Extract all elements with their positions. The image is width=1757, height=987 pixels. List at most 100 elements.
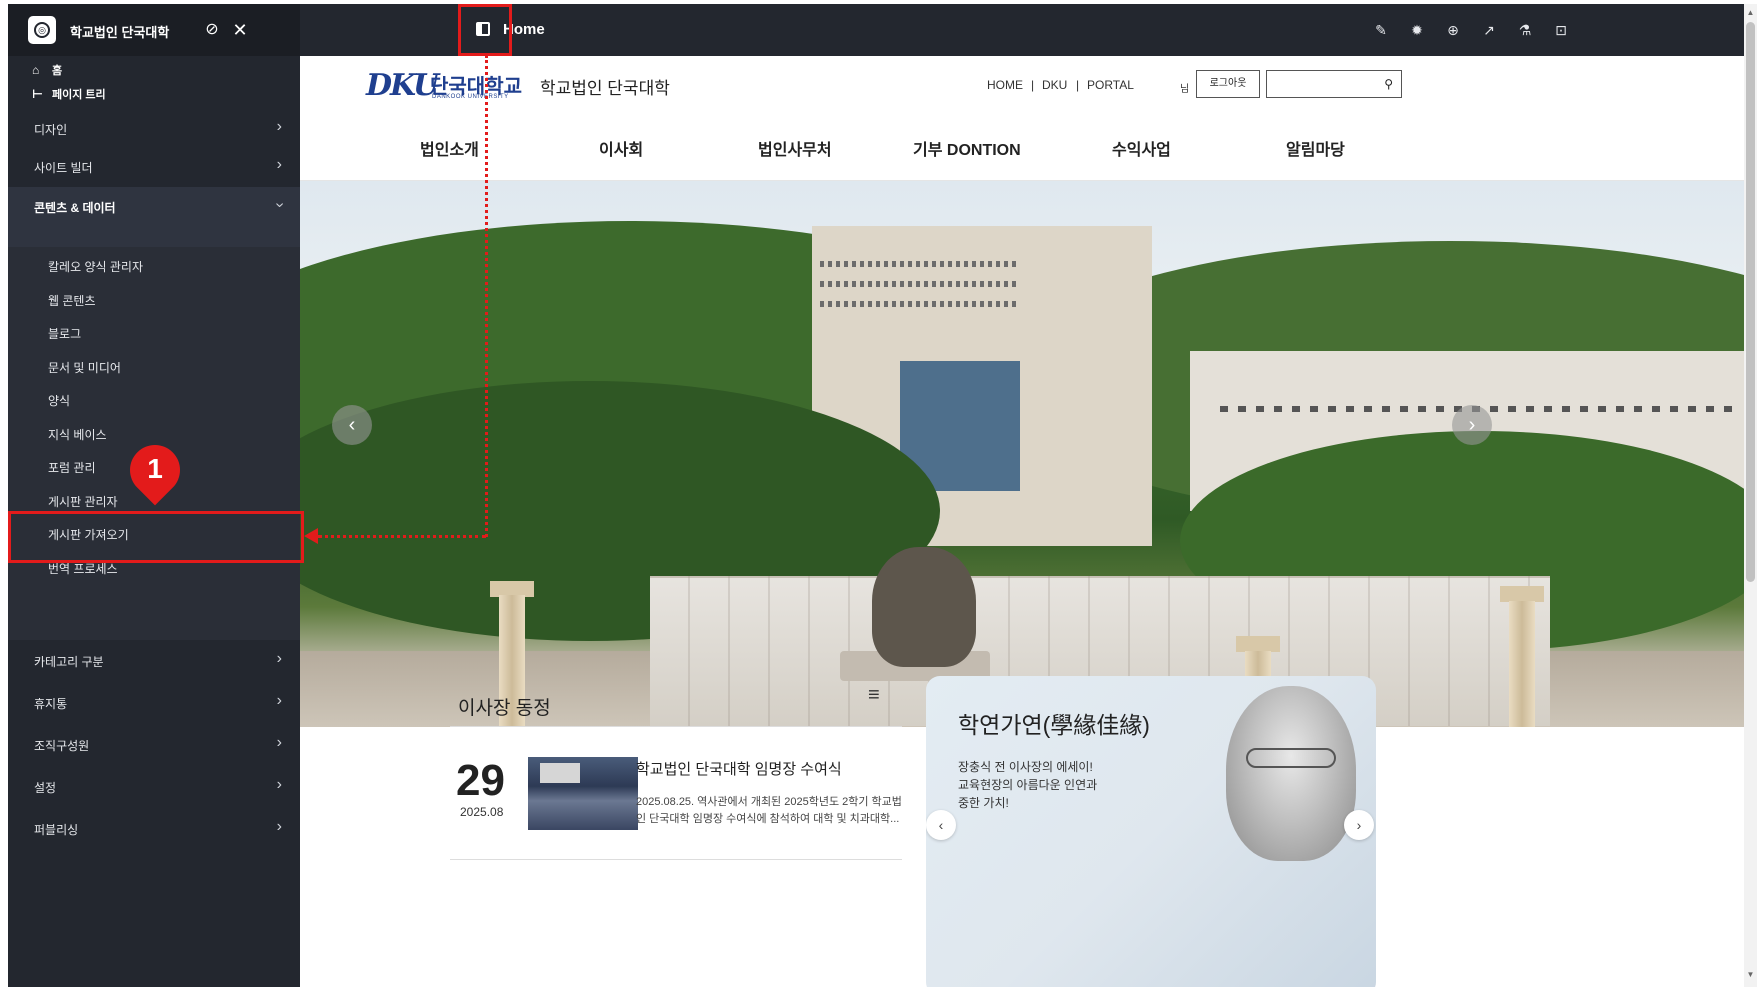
news-divider bbox=[450, 726, 902, 727]
sidebar-sub-label: 칼레오 양식 관리자 bbox=[48, 260, 143, 274]
analytics-icon[interactable]: ↗ bbox=[1479, 20, 1499, 40]
util-separator: | bbox=[1076, 78, 1080, 92]
sidebar-item-publishing[interactable]: 퍼블리싱 › bbox=[8, 809, 300, 849]
card-prev-button[interactable]: ‹ bbox=[926, 810, 956, 840]
hero-windows bbox=[820, 301, 1020, 307]
step-marker: 1 bbox=[119, 434, 191, 506]
hero-next-button[interactable]: › bbox=[1452, 405, 1492, 445]
site-logo-icon[interactable]: ◎ bbox=[28, 16, 56, 44]
sidebar-item-site-builder[interactable]: 사이트 빌더 › bbox=[8, 147, 300, 187]
close-icon[interactable]: ✕ bbox=[230, 20, 250, 40]
sidebar-item-label: 퍼블리싱 bbox=[34, 823, 79, 837]
site-preview: DKU 단국대학교 DANKOOK UNIVERSITY 학교법인 단국대학 H… bbox=[300, 56, 1744, 987]
step-number: 1 bbox=[147, 453, 163, 484]
guide-arrow-head bbox=[304, 528, 318, 544]
card-next-button[interactable]: › bbox=[1344, 810, 1374, 840]
news-divider bbox=[450, 859, 902, 860]
gear-icon[interactable]: ✹ bbox=[1407, 20, 1427, 40]
sidebar-sub-documents-media[interactable]: 문서 및 미디어 bbox=[8, 348, 300, 384]
guide-dotted-line bbox=[485, 55, 488, 537]
nav-item-corp-intro[interactable]: 법인소개 bbox=[420, 136, 479, 160]
news-description: 2025.08.25. 역사관에서 개최된 2025학년도 2학기 학교법인 단… bbox=[636, 796, 902, 825]
user-suffix: 님 bbox=[1180, 84, 1190, 95]
globe-icon[interactable]: ⊕ bbox=[1443, 20, 1463, 40]
util-link-dku[interactable]: DKU bbox=[1042, 78, 1067, 92]
nav-item-corp-office[interactable]: 법인사무처 bbox=[758, 136, 832, 160]
sidebar-item-label: 사이트 빌더 bbox=[34, 161, 93, 175]
hero-bear-statue bbox=[872, 547, 976, 667]
sidebar-header: ◎ 학교법인 단국대학 ⊘ ✕ bbox=[8, 4, 300, 56]
dku-logo[interactable]: DKU bbox=[366, 68, 439, 103]
university-logo-english: DANKOOK UNIVERSITY bbox=[432, 94, 509, 100]
home-label: 홈 bbox=[52, 65, 63, 77]
news-thumbnail-banner bbox=[540, 763, 580, 783]
util-separator: | bbox=[1031, 78, 1035, 92]
nav-item-revenue-business[interactable]: 수익사업 bbox=[1112, 136, 1171, 160]
chevron-right-icon: › bbox=[276, 776, 282, 793]
book-blurb-line: 장충식 전 이사장의 에세이! bbox=[958, 760, 1093, 774]
sidebar-sub-label: 게시판 관리자 bbox=[48, 495, 118, 509]
scroll-thumb[interactable] bbox=[1746, 22, 1755, 582]
sidebar-item-members[interactable]: 조직구성원 › bbox=[8, 725, 300, 765]
sidebar-sub-label: 블로그 bbox=[48, 327, 82, 341]
hero-prev-button[interactable]: ‹ bbox=[332, 405, 372, 445]
sidebar-sub-web-content[interactable]: 웹 콘텐츠 bbox=[8, 281, 300, 317]
sidebar-sub-label: 지식 베이스 bbox=[48, 428, 107, 442]
book-title: 학연가연(學緣佳緣) bbox=[958, 712, 1150, 738]
scroll-up-icon[interactable]: ▲ bbox=[1746, 8, 1755, 17]
nav-item-board-directors[interactable]: 이사회 bbox=[599, 136, 643, 160]
sidebar-home-link[interactable]: ⌂ 홈 bbox=[32, 62, 62, 78]
logout-button[interactable]: 로그아웃 bbox=[1196, 70, 1260, 98]
chevron-right-icon: › bbox=[276, 650, 282, 667]
hero-windows bbox=[820, 261, 1020, 267]
util-link-home[interactable]: HOME bbox=[987, 78, 1023, 92]
news-headline[interactable]: 학교법인 단국대학 임명장 수여식 bbox=[636, 758, 842, 779]
scroll-down-icon[interactable]: ▼ bbox=[1746, 970, 1755, 979]
preview-icon[interactable]: ⊡ bbox=[1551, 20, 1571, 40]
compass-icon[interactable]: ⊘ bbox=[202, 20, 222, 40]
hero-column-cap bbox=[1236, 636, 1280, 652]
sidebar-sub-forms[interactable]: 양식 bbox=[8, 381, 300, 417]
page-scrollbar[interactable]: ▲ ▼ bbox=[1744, 4, 1757, 987]
nav-item-donation[interactable]: 기부 DONTION bbox=[913, 136, 1021, 160]
sidebar-item-label: 설정 bbox=[34, 781, 57, 795]
search-input[interactable]: ⚲ bbox=[1266, 70, 1402, 98]
hamburger-menu-icon[interactable]: ≡ bbox=[868, 684, 880, 707]
hero-slider: ‹ › bbox=[300, 181, 1744, 727]
sidebar-item-design[interactable]: 디자인 › bbox=[8, 109, 300, 149]
chevron-right-icon: › bbox=[276, 818, 282, 835]
pencil-icon[interactable]: ✎ bbox=[1371, 20, 1391, 40]
tree-icon: ⊢ bbox=[32, 87, 43, 101]
chevron-right-icon: › bbox=[276, 734, 282, 751]
news-year-month: 2025.08 bbox=[460, 805, 504, 819]
nav-item-notice[interactable]: 알림마당 bbox=[1286, 136, 1345, 160]
sidebar-sub-label: 양식 bbox=[48, 394, 71, 408]
sidebar-item-recycle-bin[interactable]: 휴지통 › bbox=[8, 683, 300, 723]
control-menu: Home ✎ ✹ ⊕ ↗ ⚗ ⊡ bbox=[300, 4, 1744, 56]
flask-icon[interactable]: ⚗ bbox=[1515, 20, 1535, 40]
site-name: 학교법인 단국대학 bbox=[70, 25, 170, 40]
portrait-glasses bbox=[1246, 748, 1336, 768]
sidebar-item-label: 조직구성원 bbox=[34, 739, 90, 753]
sidebar-item-label: 디자인 bbox=[34, 123, 68, 137]
guide-dotted-line bbox=[318, 535, 486, 538]
book-blurb: 장충식 전 이사장의 에세이! 교육현장의 아름다운 인연과 중한 가치! bbox=[958, 758, 1138, 812]
sidebar-item-configuration[interactable]: 설정 › bbox=[8, 767, 300, 807]
sidebar-sub-label: 웹 콘텐츠 bbox=[48, 294, 96, 308]
sidebar-item-label: 휴지통 bbox=[34, 697, 68, 711]
book-blurb-line: 중한 가치! bbox=[958, 796, 1009, 810]
sidebar-sub-kaleo-forms[interactable]: 칼레오 양식 관리자 bbox=[8, 247, 300, 283]
news-day: 29 bbox=[456, 756, 505, 805]
hero-column bbox=[1509, 601, 1535, 727]
sidebar-item-content-data[interactable]: 콘텐츠 & 데이터 › bbox=[8, 187, 300, 247]
author-portrait bbox=[1226, 686, 1356, 861]
sidebar-item-categorization[interactable]: 카테고리 구분 › bbox=[8, 641, 300, 681]
sidebar-sub-blog[interactable]: 블로그 bbox=[8, 314, 300, 350]
page-tree-label: 페이지 트리 bbox=[52, 89, 106, 101]
search-icon[interactable]: ⚲ bbox=[1384, 77, 1393, 91]
sidebar-page-tree-link[interactable]: ⊢ 페이지 트리 bbox=[32, 86, 106, 102]
chevron-right-icon: › bbox=[276, 156, 282, 173]
util-link-portal[interactable]: PORTAL bbox=[1087, 78, 1134, 92]
highlight-menu-box bbox=[8, 511, 304, 563]
news-thumbnail[interactable] bbox=[528, 757, 638, 830]
